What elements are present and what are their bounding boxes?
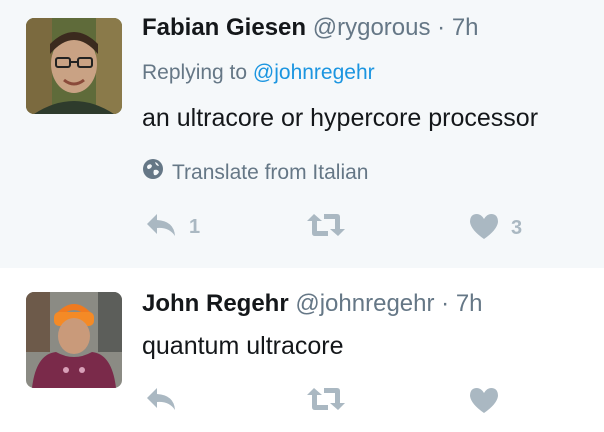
heart-icon — [469, 212, 499, 245]
translate-label: Translate from Italian — [172, 160, 369, 184]
reply-count: 1 — [189, 216, 201, 238]
tweet-fabian-giesen[interactable]: Fabian Giesen @rygorous · 7h Replying to… — [0, 0, 604, 268]
like-count: 3 — [511, 217, 523, 239]
tweet-text: quantum ultracore — [142, 332, 344, 360]
replying-to: Replying to @johnregehr — [142, 60, 375, 86]
reply-icon — [145, 212, 177, 243]
heart-icon — [469, 386, 499, 419]
retweet-button[interactable] — [306, 212, 358, 243]
like-button[interactable] — [469, 386, 511, 419]
retweet-button[interactable] — [306, 386, 358, 417]
translate-link[interactable]: Translate from Italian — [142, 158, 368, 187]
author-handle[interactable]: @johnregehr — [295, 290, 434, 317]
like-button[interactable]: 3 — [469, 212, 522, 245]
timestamp[interactable]: 7h — [456, 290, 483, 317]
reply-icon — [145, 386, 177, 417]
avatar[interactable] — [26, 292, 122, 388]
mention-link[interactable]: @johnregehr — [253, 61, 375, 84]
timestamp[interactable]: 7h — [452, 14, 479, 41]
tweet-actions: 1 3 — [0, 212, 604, 244]
reply-button[interactable] — [145, 386, 189, 417]
separator-dot: · — [441, 290, 450, 317]
author-handle[interactable]: @rygorous — [313, 14, 431, 41]
tweet-actions — [0, 386, 604, 418]
author-name[interactable]: John Regehr — [142, 290, 289, 317]
replying-prefix: Replying to — [142, 61, 248, 84]
globe-icon — [142, 158, 164, 187]
retweet-icon — [306, 212, 346, 243]
tweet-header: John Regehr @johnregehr · 7h — [142, 289, 483, 319]
retweet-icon — [306, 386, 346, 417]
tweet-text: an ultracore or hypercore processor — [142, 104, 539, 132]
separator-dot: · — [437, 14, 446, 41]
tweet-john-regehr[interactable]: John Regehr @johnregehr · 7h quantum ult… — [0, 268, 604, 432]
tweet-header: Fabian Giesen @rygorous · 7h — [142, 13, 479, 43]
author-name[interactable]: Fabian Giesen — [142, 14, 306, 41]
reply-button[interactable]: 1 — [145, 212, 200, 243]
avatar[interactable] — [26, 18, 122, 114]
